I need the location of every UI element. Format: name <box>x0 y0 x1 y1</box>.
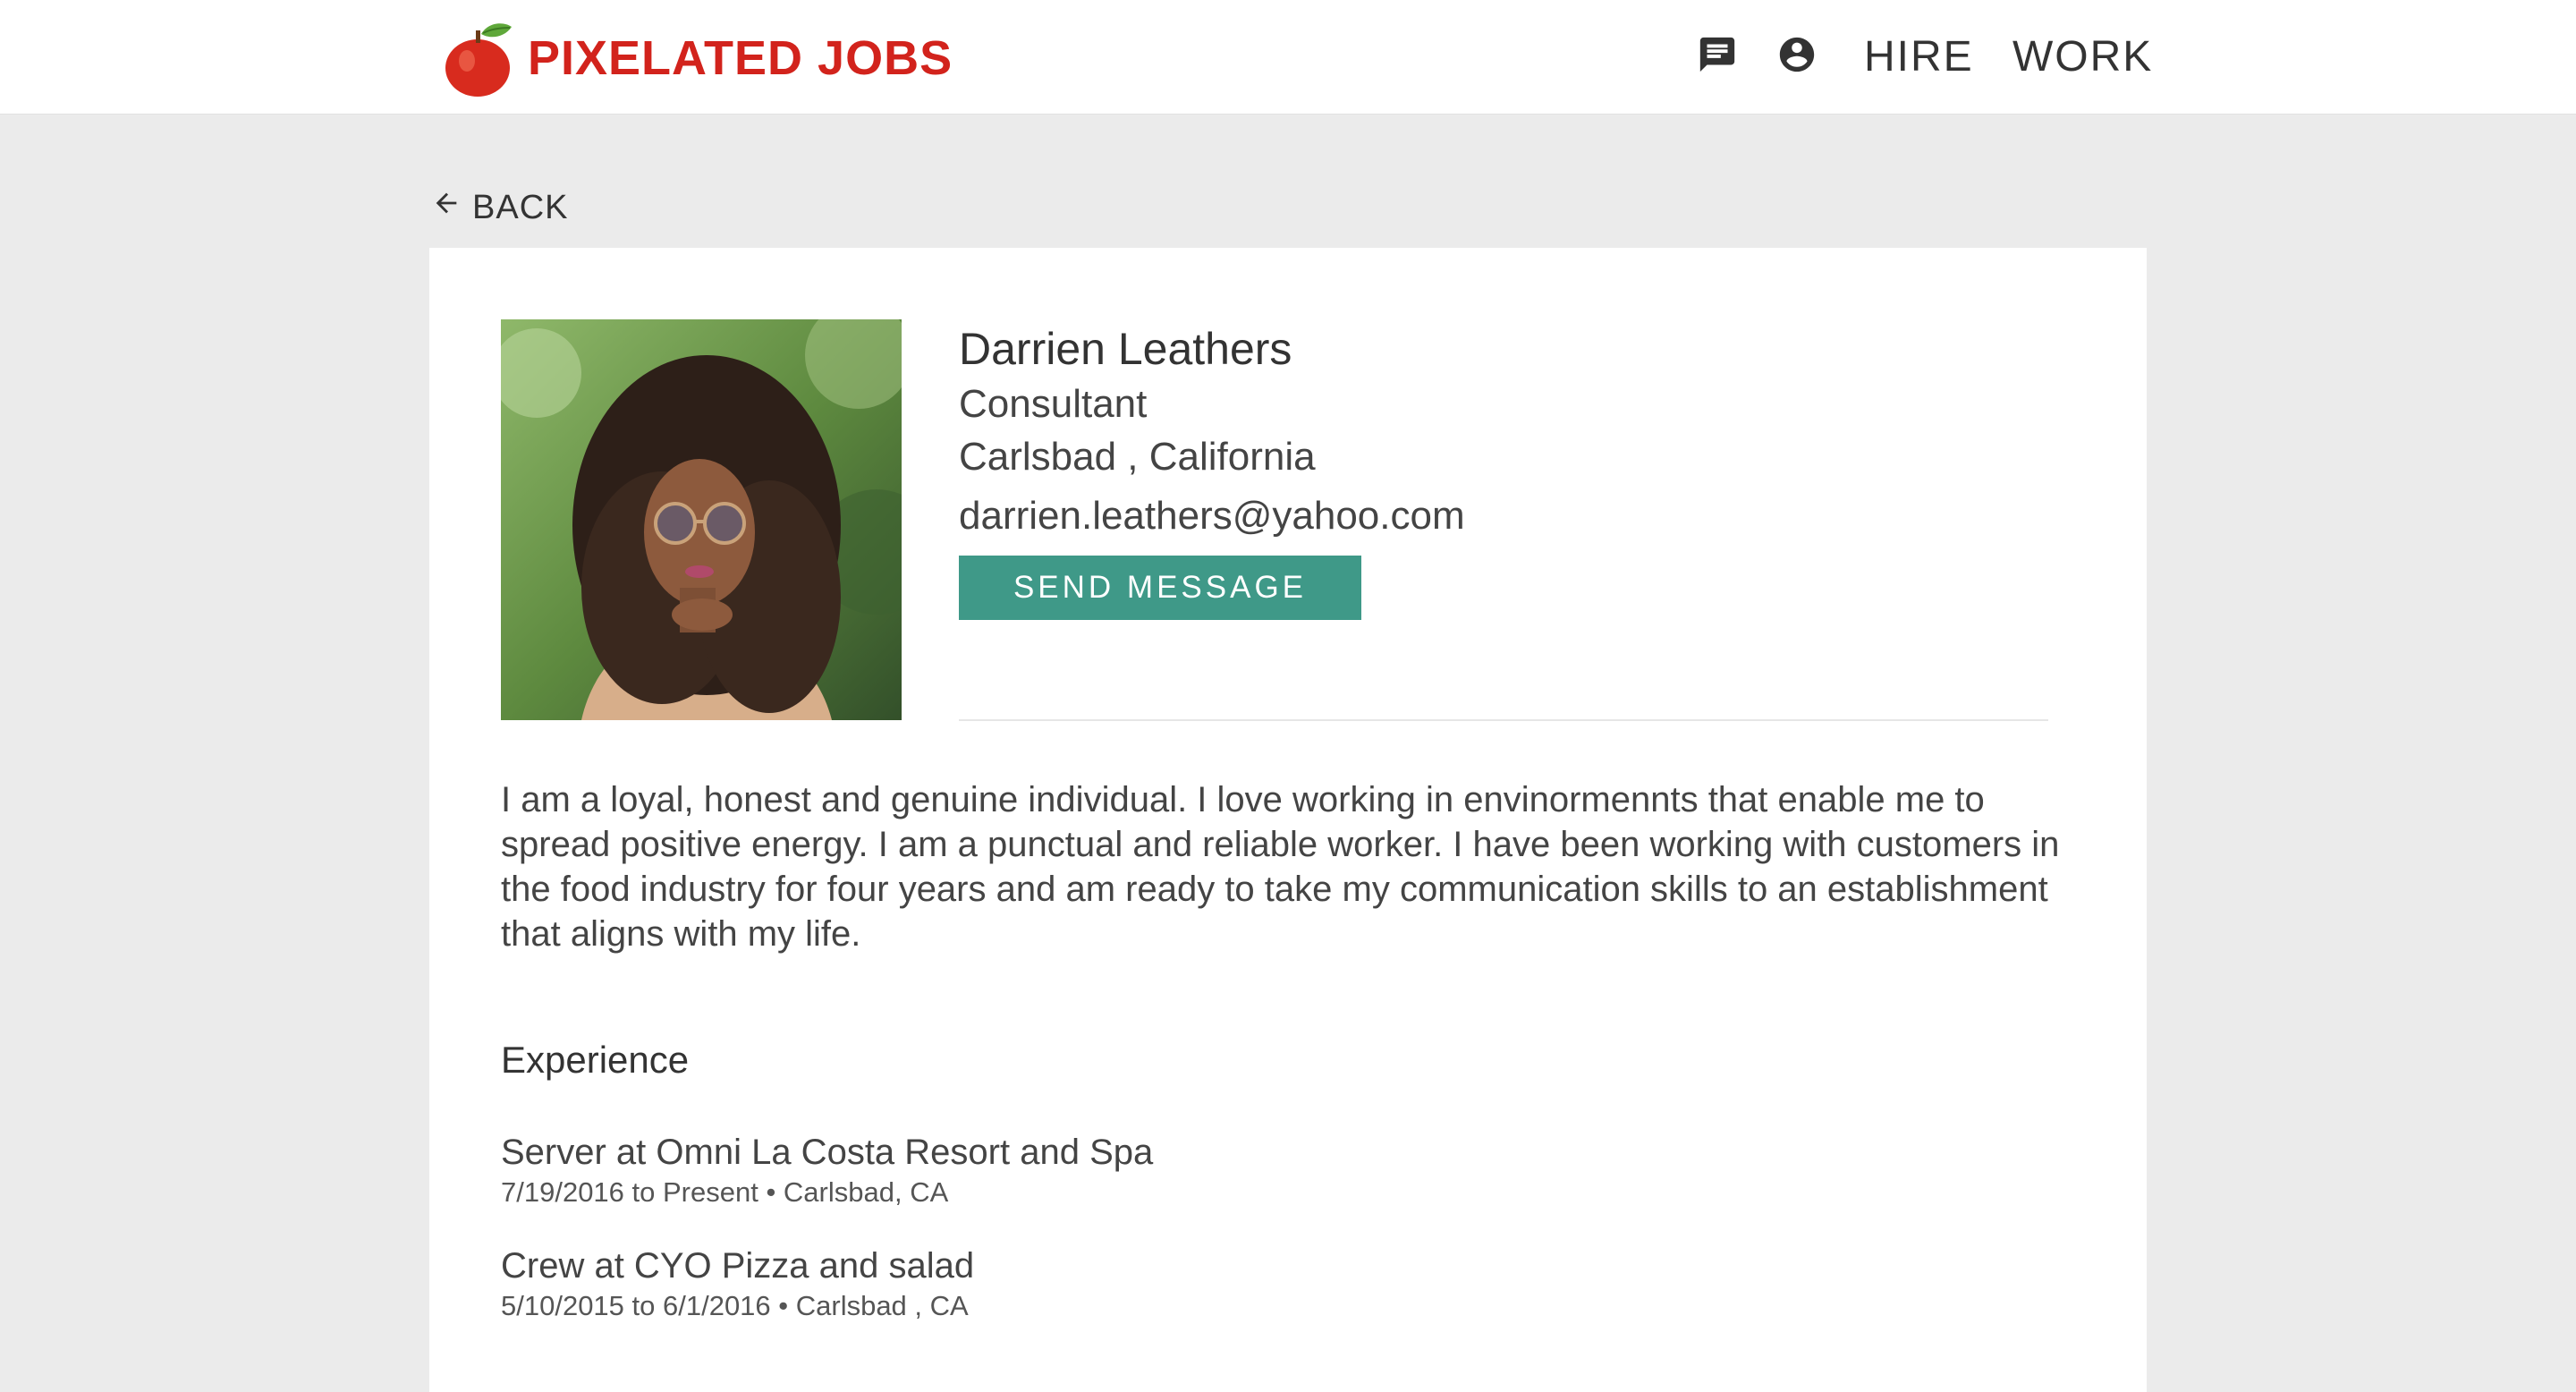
experience-heading: Experience <box>501 1039 690 1081</box>
back-label: BACK <box>472 188 569 226</box>
profile-title: Consultant <box>959 382 1148 426</box>
account-icon[interactable] <box>1776 34 1818 75</box>
experience-item: Crew at CYO Pizza and salad 5/10/2015 to… <box>501 1243 974 1324</box>
chat-icon[interactable] <box>1697 34 1738 75</box>
experience-item: Server at Omni La Costa Resort and Spa 7… <box>501 1130 1153 1210</box>
profile-location: Carlsbad , California <box>959 435 1316 479</box>
apple-icon <box>442 18 517 98</box>
top-navbar: PIXELATED JOBS HIRE WORK <box>0 0 2576 115</box>
profile-name: Darrien Leathers <box>959 324 1292 374</box>
divider <box>959 719 2048 721</box>
send-message-button[interactable]: SEND MESSAGE <box>959 556 1361 620</box>
experience-title: Crew at CYO Pizza and salad <box>501 1246 975 1286</box>
profile-card: Darrien Leathers Consultant Carlsbad , C… <box>429 248 2147 1392</box>
nav-work-link[interactable]: WORK <box>2012 27 2153 88</box>
profile-bio: I am a loyal, honest and genuine individ… <box>501 780 2060 954</box>
brand-name: PIXELATED JOBS <box>528 31 953 85</box>
profile-photo <box>501 319 902 720</box>
nav-hire-link[interactable]: HIRE <box>1864 27 1974 88</box>
back-link[interactable]: BACK <box>431 188 568 227</box>
arrow-left-icon <box>431 188 472 227</box>
experience-title: Server at Omni La Costa Resort and Spa <box>501 1133 1154 1172</box>
experience-meta: 7/19/2016 to Present • Carlsbad, CA <box>501 1176 949 1208</box>
experience-meta: 5/10/2015 to 6/1/2016 • Carlsbad , CA <box>501 1290 969 1321</box>
profile-email[interactable]: darrien.leathers@yahoo.com <box>959 489 1465 543</box>
brand-logo[interactable]: PIXELATED JOBS <box>442 18 953 98</box>
